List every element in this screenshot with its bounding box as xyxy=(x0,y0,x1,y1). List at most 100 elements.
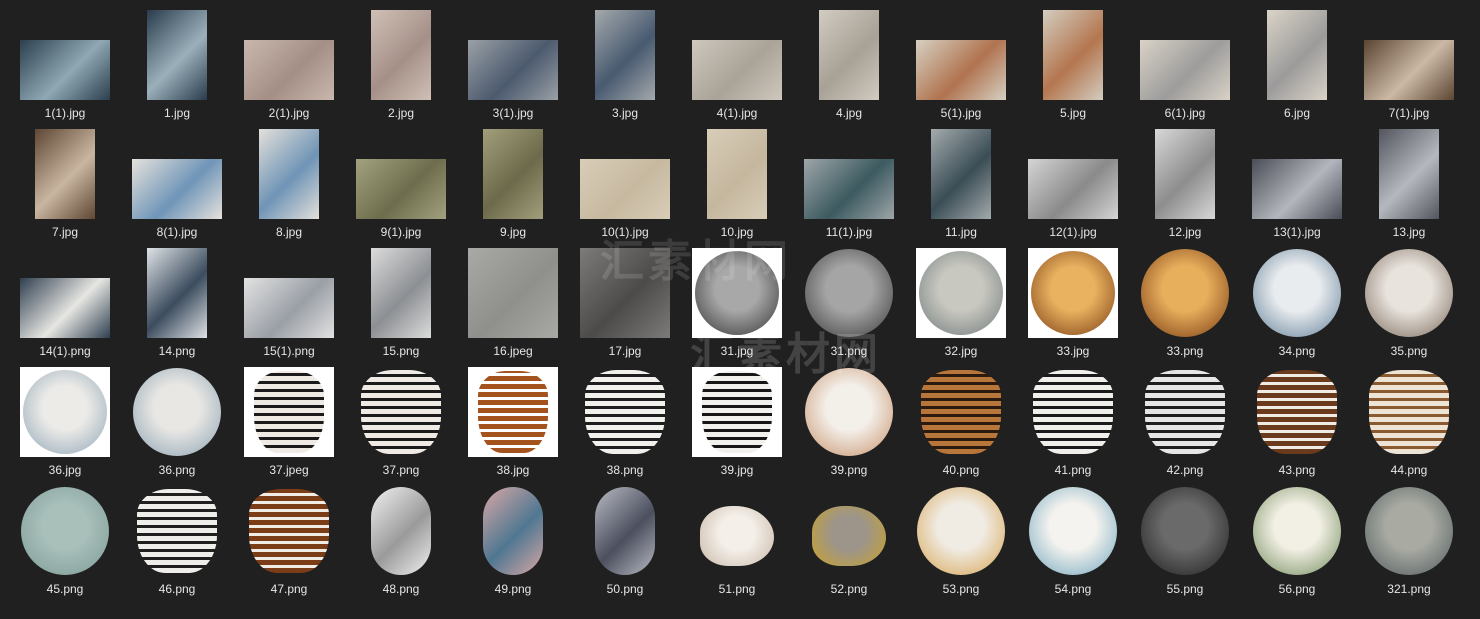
file-item[interactable]: 34.png xyxy=(1241,238,1353,358)
thumbnail-image-content xyxy=(695,251,779,335)
file-item[interactable]: 45.png xyxy=(9,476,121,596)
file-item[interactable]: 33.png xyxy=(1129,238,1241,358)
thumbnail-image xyxy=(483,487,543,575)
thumbnail-frame xyxy=(468,10,558,100)
file-item[interactable]: 50.png xyxy=(569,476,681,596)
thumbnail-image xyxy=(356,159,446,219)
file-item[interactable]: 41.png xyxy=(1017,357,1129,477)
file-item[interactable]: 1(1).jpg xyxy=(9,0,121,120)
thumbnail-frame xyxy=(244,248,334,338)
file-item[interactable]: 7(1).jpg xyxy=(1353,0,1465,120)
file-item[interactable]: 6(1).jpg xyxy=(1129,0,1241,120)
file-item[interactable]: 12.jpg xyxy=(1129,119,1241,239)
thumbnail-image xyxy=(812,506,886,566)
thumbnail-image xyxy=(692,367,782,457)
thumbnail-image xyxy=(1043,10,1103,100)
thumbnail-frame xyxy=(916,486,1006,576)
file-item[interactable]: 35.png xyxy=(1353,238,1465,358)
file-item[interactable]: 10(1).jpg xyxy=(569,119,681,239)
thumbnail-frame xyxy=(1252,486,1342,576)
file-item[interactable]: 15(1).png xyxy=(233,238,345,358)
thumbnail-frame xyxy=(132,248,222,338)
file-item[interactable]: 37.jpeg xyxy=(233,357,345,477)
file-item[interactable]: 53.png xyxy=(905,476,1017,596)
file-item[interactable]: 6.jpg xyxy=(1241,0,1353,120)
file-item[interactable]: 51.png xyxy=(681,476,793,596)
thumbnail-image xyxy=(259,129,319,219)
file-item[interactable]: 3.jpg xyxy=(569,0,681,120)
thumbnail-frame xyxy=(692,248,782,338)
thumbnail-image xyxy=(1140,40,1230,100)
file-item[interactable]: 36.png xyxy=(121,357,233,477)
file-item[interactable]: 14.png xyxy=(121,238,233,358)
file-item[interactable]: 42.png xyxy=(1129,357,1241,477)
file-item[interactable]: 11.jpg xyxy=(905,119,1017,239)
file-item[interactable]: 11(1).jpg xyxy=(793,119,905,239)
thumbnail-image xyxy=(1141,487,1229,575)
file-item[interactable]: 13(1).jpg xyxy=(1241,119,1353,239)
file-item[interactable]: 5.jpg xyxy=(1017,0,1129,120)
thumbnail-frame xyxy=(916,10,1006,100)
thumbnail-image xyxy=(244,278,334,338)
file-item[interactable]: 1.jpg xyxy=(121,0,233,120)
file-item[interactable]: 7.jpg xyxy=(9,119,121,239)
file-item[interactable]: 55.png xyxy=(1129,476,1241,596)
file-item[interactable]: 13.jpg xyxy=(1353,119,1465,239)
file-item[interactable]: 14(1).png xyxy=(9,238,121,358)
file-item[interactable]: 44.png xyxy=(1353,357,1465,477)
file-item[interactable]: 4.jpg xyxy=(793,0,905,120)
thumbnail-image xyxy=(1257,370,1337,454)
file-item[interactable]: 36.jpg xyxy=(9,357,121,477)
thumbnail-frame xyxy=(1028,367,1118,457)
thumbnail-frame xyxy=(132,129,222,219)
file-item[interactable]: 39.jpg xyxy=(681,357,793,477)
file-item[interactable]: 40.png xyxy=(905,357,1017,477)
file-item[interactable]: 5(1).jpg xyxy=(905,0,1017,120)
thumbnail-frame xyxy=(20,129,110,219)
file-item[interactable]: 46.png xyxy=(121,476,233,596)
thumbnail-image xyxy=(137,489,217,573)
file-name-label: 321.png xyxy=(1387,582,1431,596)
file-item[interactable]: 37.png xyxy=(345,357,457,477)
file-item[interactable]: 3(1).jpg xyxy=(457,0,569,120)
file-item[interactable]: 15.png xyxy=(345,238,457,358)
file-item[interactable]: 12(1).jpg xyxy=(1017,119,1129,239)
thumbnail-image-content xyxy=(702,371,772,453)
thumbnail-frame xyxy=(1252,129,1342,219)
file-item[interactable]: 49.png xyxy=(457,476,569,596)
thumbnail-frame xyxy=(1140,10,1230,100)
file-item[interactable]: 47.png xyxy=(233,476,345,596)
file-item[interactable]: 31.png xyxy=(793,238,905,358)
thumbnail-image-content xyxy=(919,251,1003,335)
file-item[interactable]: 56.png xyxy=(1241,476,1353,596)
thumbnail-frame xyxy=(1028,10,1118,100)
thumbnail-image xyxy=(917,487,1005,575)
file-item[interactable]: 10.jpg xyxy=(681,119,793,239)
file-item[interactable]: 2.jpg xyxy=(345,0,457,120)
thumbnail-image-content xyxy=(478,371,548,453)
file-item[interactable]: 17.jpg xyxy=(569,238,681,358)
thumbnail-frame xyxy=(580,486,670,576)
file-item[interactable]: 33.jpg xyxy=(1017,238,1129,358)
file-item[interactable]: 16.jpeg xyxy=(457,238,569,358)
file-item[interactable]: 39.png xyxy=(793,357,905,477)
thumbnail-frame xyxy=(20,10,110,100)
file-item[interactable]: 321.png xyxy=(1353,476,1465,596)
thumbnail-frame xyxy=(580,367,670,457)
file-item[interactable]: 4(1).jpg xyxy=(681,0,793,120)
file-item[interactable]: 38.jpg xyxy=(457,357,569,477)
thumbnail-frame xyxy=(1028,129,1118,219)
file-item[interactable]: 48.png xyxy=(345,476,457,596)
file-item[interactable]: 8.jpg xyxy=(233,119,345,239)
thumbnail-image xyxy=(916,248,1006,338)
file-item[interactable]: 9.jpg xyxy=(457,119,569,239)
file-item[interactable]: 52.png xyxy=(793,476,905,596)
file-item[interactable]: 31.jpg xyxy=(681,238,793,358)
file-item[interactable]: 43.png xyxy=(1241,357,1353,477)
file-item[interactable]: 9(1).jpg xyxy=(345,119,457,239)
file-item[interactable]: 8(1).jpg xyxy=(121,119,233,239)
file-item[interactable]: 54.png xyxy=(1017,476,1129,596)
file-item[interactable]: 32.jpg xyxy=(905,238,1017,358)
file-item[interactable]: 2(1).jpg xyxy=(233,0,345,120)
file-item[interactable]: 38.png xyxy=(569,357,681,477)
